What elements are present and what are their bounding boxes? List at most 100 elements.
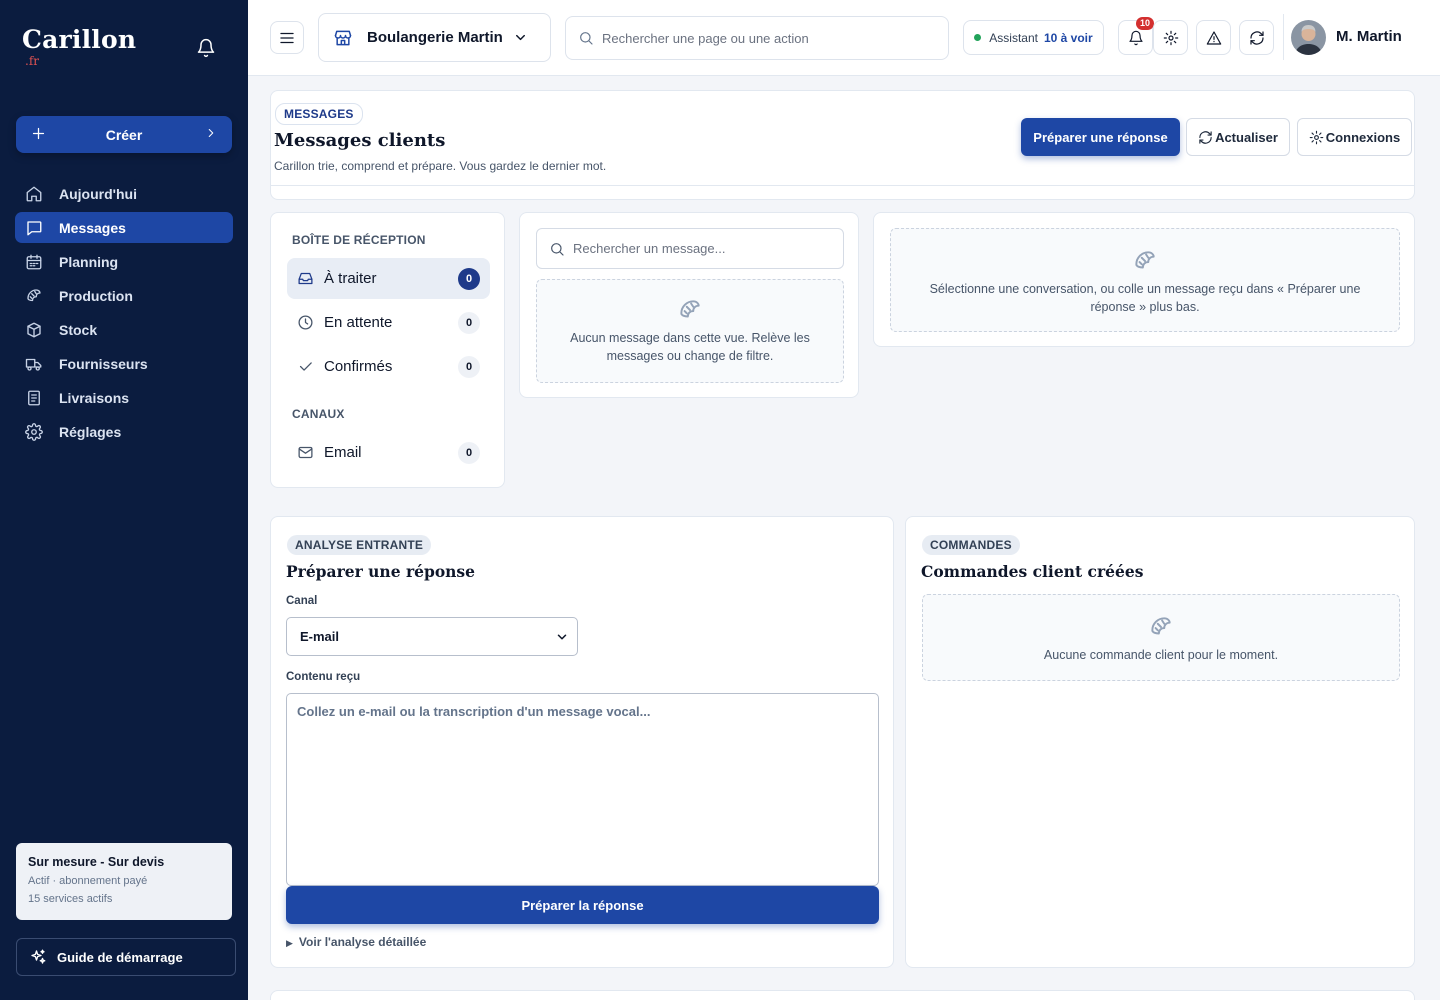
notifications-button[interactable]: 10 <box>1118 17 1154 55</box>
hamburger-icon <box>278 29 296 47</box>
truck-icon <box>25 355 59 373</box>
connections-label: Connexions <box>1325 129 1401 145</box>
status-dot <box>974 34 982 41</box>
connections-button[interactable]: Connexions <box>1297 118 1412 156</box>
getting-started-button[interactable]: Guide de démarrage <box>16 938 236 976</box>
sparkles-icon <box>29 948 57 966</box>
channel-item-email[interactable]: Email 0 <box>287 432 490 473</box>
alerts-button[interactable] <box>1196 20 1231 55</box>
receipt-icon <box>25 389 59 407</box>
inbox-item-label: En attente <box>324 314 393 331</box>
global-search-input[interactable] <box>602 30 932 46</box>
brand-logo[interactable]: Carillon .fr <box>22 25 137 69</box>
topbar: Boulangerie Martin Assistant 10 à voir 1… <box>248 0 1440 76</box>
orders-empty-state: Aucune commande client pour le moment. <box>922 594 1400 681</box>
refresh-button[interactable]: Actualiser <box>1186 118 1290 156</box>
brand-name: Carillon <box>22 25 137 54</box>
sidebar-item-label: Stock <box>59 321 98 338</box>
analysis-tag: ANALYSE ENTRANTE <box>287 535 432 555</box>
calendar-icon <box>25 253 59 271</box>
triangle-right-icon: ▶ <box>286 938 293 948</box>
sidebar-item-production[interactable]: Production <box>15 280 233 311</box>
content-field-label: Contenu reçu <box>286 671 361 683</box>
message-search[interactable] <box>536 228 844 269</box>
home-icon <box>25 185 59 203</box>
search-icon <box>549 241 565 257</box>
message-search-input[interactable] <box>573 241 833 256</box>
channel-select-value: E-mail <box>300 629 340 644</box>
message-list-empty-state: Aucun message dans cette vue. Relève les… <box>536 279 844 383</box>
sidebar-item-stock[interactable]: Stock <box>15 314 233 345</box>
create-button[interactable]: Créer <box>16 116 232 153</box>
sidebar-item-label: Planning <box>59 253 119 270</box>
croissant-icon <box>891 248 1399 274</box>
sidebar-item-label: Production <box>59 287 133 304</box>
inbox-item-en-attente[interactable]: En attente 0 <box>287 302 490 343</box>
inbox-item-a-traiter[interactable]: À traiter 0 <box>287 258 490 299</box>
sidebar-item-messages[interactable]: Messages <box>15 212 233 243</box>
conversation-detail-panel: Sélectionne une conversation, ou colle u… <box>873 212 1415 347</box>
shop-selector[interactable]: Boulangerie Martin <box>318 13 551 62</box>
sidebar-item-label: Messages <box>59 219 126 236</box>
sidebar-item-aujourdhui[interactable]: Aujourd'hui <box>15 178 233 209</box>
notification-badge: 10 <box>1135 17 1154 30</box>
topbar-divider <box>1283 14 1284 60</box>
subscription-card[interactable]: Sur mesure - Sur devis Actif · abonnemen… <box>16 843 232 920</box>
mail-icon <box>297 444 324 461</box>
detailed-analysis-toggle[interactable]: ▶ Voir l'analyse détaillée <box>286 935 426 949</box>
gear-icon <box>1163 30 1179 46</box>
inbox-item-count: 0 <box>458 268 480 290</box>
customer-orders-panel: COMMANDES Commandes client créées Aucune… <box>905 516 1415 968</box>
settings-button[interactable] <box>1153 20 1188 55</box>
header-divider <box>271 185 1414 186</box>
global-search[interactable] <box>565 16 949 60</box>
guide-label: Guide de démarrage <box>57 949 183 965</box>
page-title: Messages clients <box>274 130 446 151</box>
sidebar-item-planning[interactable]: Planning <box>15 246 233 277</box>
store-icon <box>333 28 353 48</box>
warning-icon <box>1206 30 1222 46</box>
user-name[interactable]: M. Martin <box>1336 28 1402 45</box>
assistant-button[interactable]: Assistant 10 à voir <box>963 20 1104 55</box>
submit-label: Préparer la réponse <box>521 897 644 913</box>
croissant-icon <box>537 297 843 323</box>
prepare-reply-button[interactable]: Préparer une réponse <box>1021 118 1180 156</box>
sidebar-item-reglages[interactable]: Réglages <box>15 416 233 447</box>
sidebar-item-label: Aujourd'hui <box>59 185 137 202</box>
bell-icon[interactable] <box>196 38 216 58</box>
chevron-down-icon <box>555 630 569 644</box>
channels-section-label: CANAUX <box>292 407 345 421</box>
user-avatar[interactable] <box>1291 20 1326 55</box>
analysis-title: Préparer une réponse <box>286 562 476 581</box>
sidebar-item-livraisons[interactable]: Livraisons <box>15 382 233 413</box>
plus-icon <box>30 125 47 142</box>
sidebar-item-fournisseurs[interactable]: Fournisseurs <box>15 348 233 379</box>
clock-icon <box>297 314 324 331</box>
refresh-label: Actualiser <box>1215 129 1278 145</box>
message-list-panel: Aucun message dans cette vue. Relève les… <box>519 212 859 398</box>
croissant-icon <box>923 614 1399 640</box>
channel-select[interactable]: E-mail <box>286 617 578 656</box>
next-section-card <box>270 990 1415 1000</box>
brand-tld: .fr <box>25 54 39 68</box>
sidebar: Carillon .fr Créer Aujourd'hui Messages … <box>0 0 248 1000</box>
inbox-item-count: 0 <box>458 356 480 378</box>
refresh-icon <box>1249 30 1265 46</box>
detail-empty-state: Sélectionne une conversation, ou colle u… <box>890 228 1400 332</box>
orders-title: Commandes client créées <box>921 562 1144 581</box>
menu-button[interactable] <box>270 21 304 54</box>
page-header: MESSAGES Messages clients Carillon trie,… <box>270 90 1415 200</box>
prepare-response-submit-button[interactable]: Préparer la réponse <box>286 886 879 924</box>
sidebar-item-label: Réglages <box>59 423 122 440</box>
received-content-textarea[interactable] <box>286 693 879 886</box>
assistant-count: 10 à voir <box>1043 30 1093 45</box>
plan-status: Actif · abonnement payé <box>28 875 148 887</box>
empty-state-text: Sélectionne une conversation, ou colle u… <box>929 282 1361 314</box>
sync-button[interactable] <box>1239 20 1274 55</box>
assistant-label: Assistant <box>989 30 1038 45</box>
gear-icon <box>1309 130 1326 145</box>
page-subtitle: Carillon trie, comprend et prépare. Vous… <box>274 159 607 173</box>
refresh-icon <box>1198 130 1215 145</box>
inbox-item-confirmes[interactable]: Confirmés 0 <box>287 346 490 387</box>
channel-item-label: Email <box>324 444 362 461</box>
